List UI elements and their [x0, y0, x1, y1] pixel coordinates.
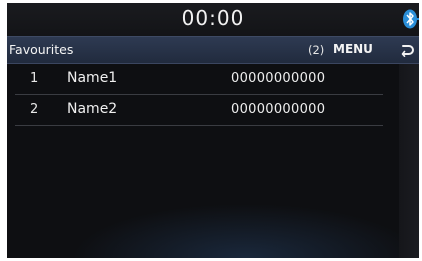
back-button[interactable] [395, 39, 419, 61]
contact-name: Name2 [67, 101, 118, 117]
title-bar: Favourites (2) MENU [7, 36, 419, 64]
scroll-track[interactable] [399, 64, 419, 258]
background-glow [7, 148, 419, 258]
head-unit-screen: 00:00 Favourites (2) MENU 1 Name1 000000… [7, 3, 419, 258]
phone-number: 00000000000 [231, 71, 326, 86]
status-bar: 00:00 [7, 3, 419, 36]
favourites-list: 1 Name1 00000000000 2 Name2 00000000000 [7, 64, 385, 126]
menu-button[interactable]: MENU [333, 42, 373, 56]
contact-name: Name1 [67, 70, 118, 86]
list-item[interactable]: 2 Name2 00000000000 [7, 95, 385, 126]
item-index: 2 [30, 102, 39, 117]
item-index: 1 [30, 71, 39, 86]
clock: 00:00 [181, 6, 245, 30]
list-item[interactable]: 1 Name1 00000000000 [7, 64, 385, 95]
bluetooth-icon [403, 9, 419, 29]
page-title: Favourites [9, 42, 74, 57]
phone-number: 00000000000 [231, 102, 326, 117]
favourites-count: (2) [308, 43, 325, 57]
back-arrow-icon [401, 45, 414, 57]
